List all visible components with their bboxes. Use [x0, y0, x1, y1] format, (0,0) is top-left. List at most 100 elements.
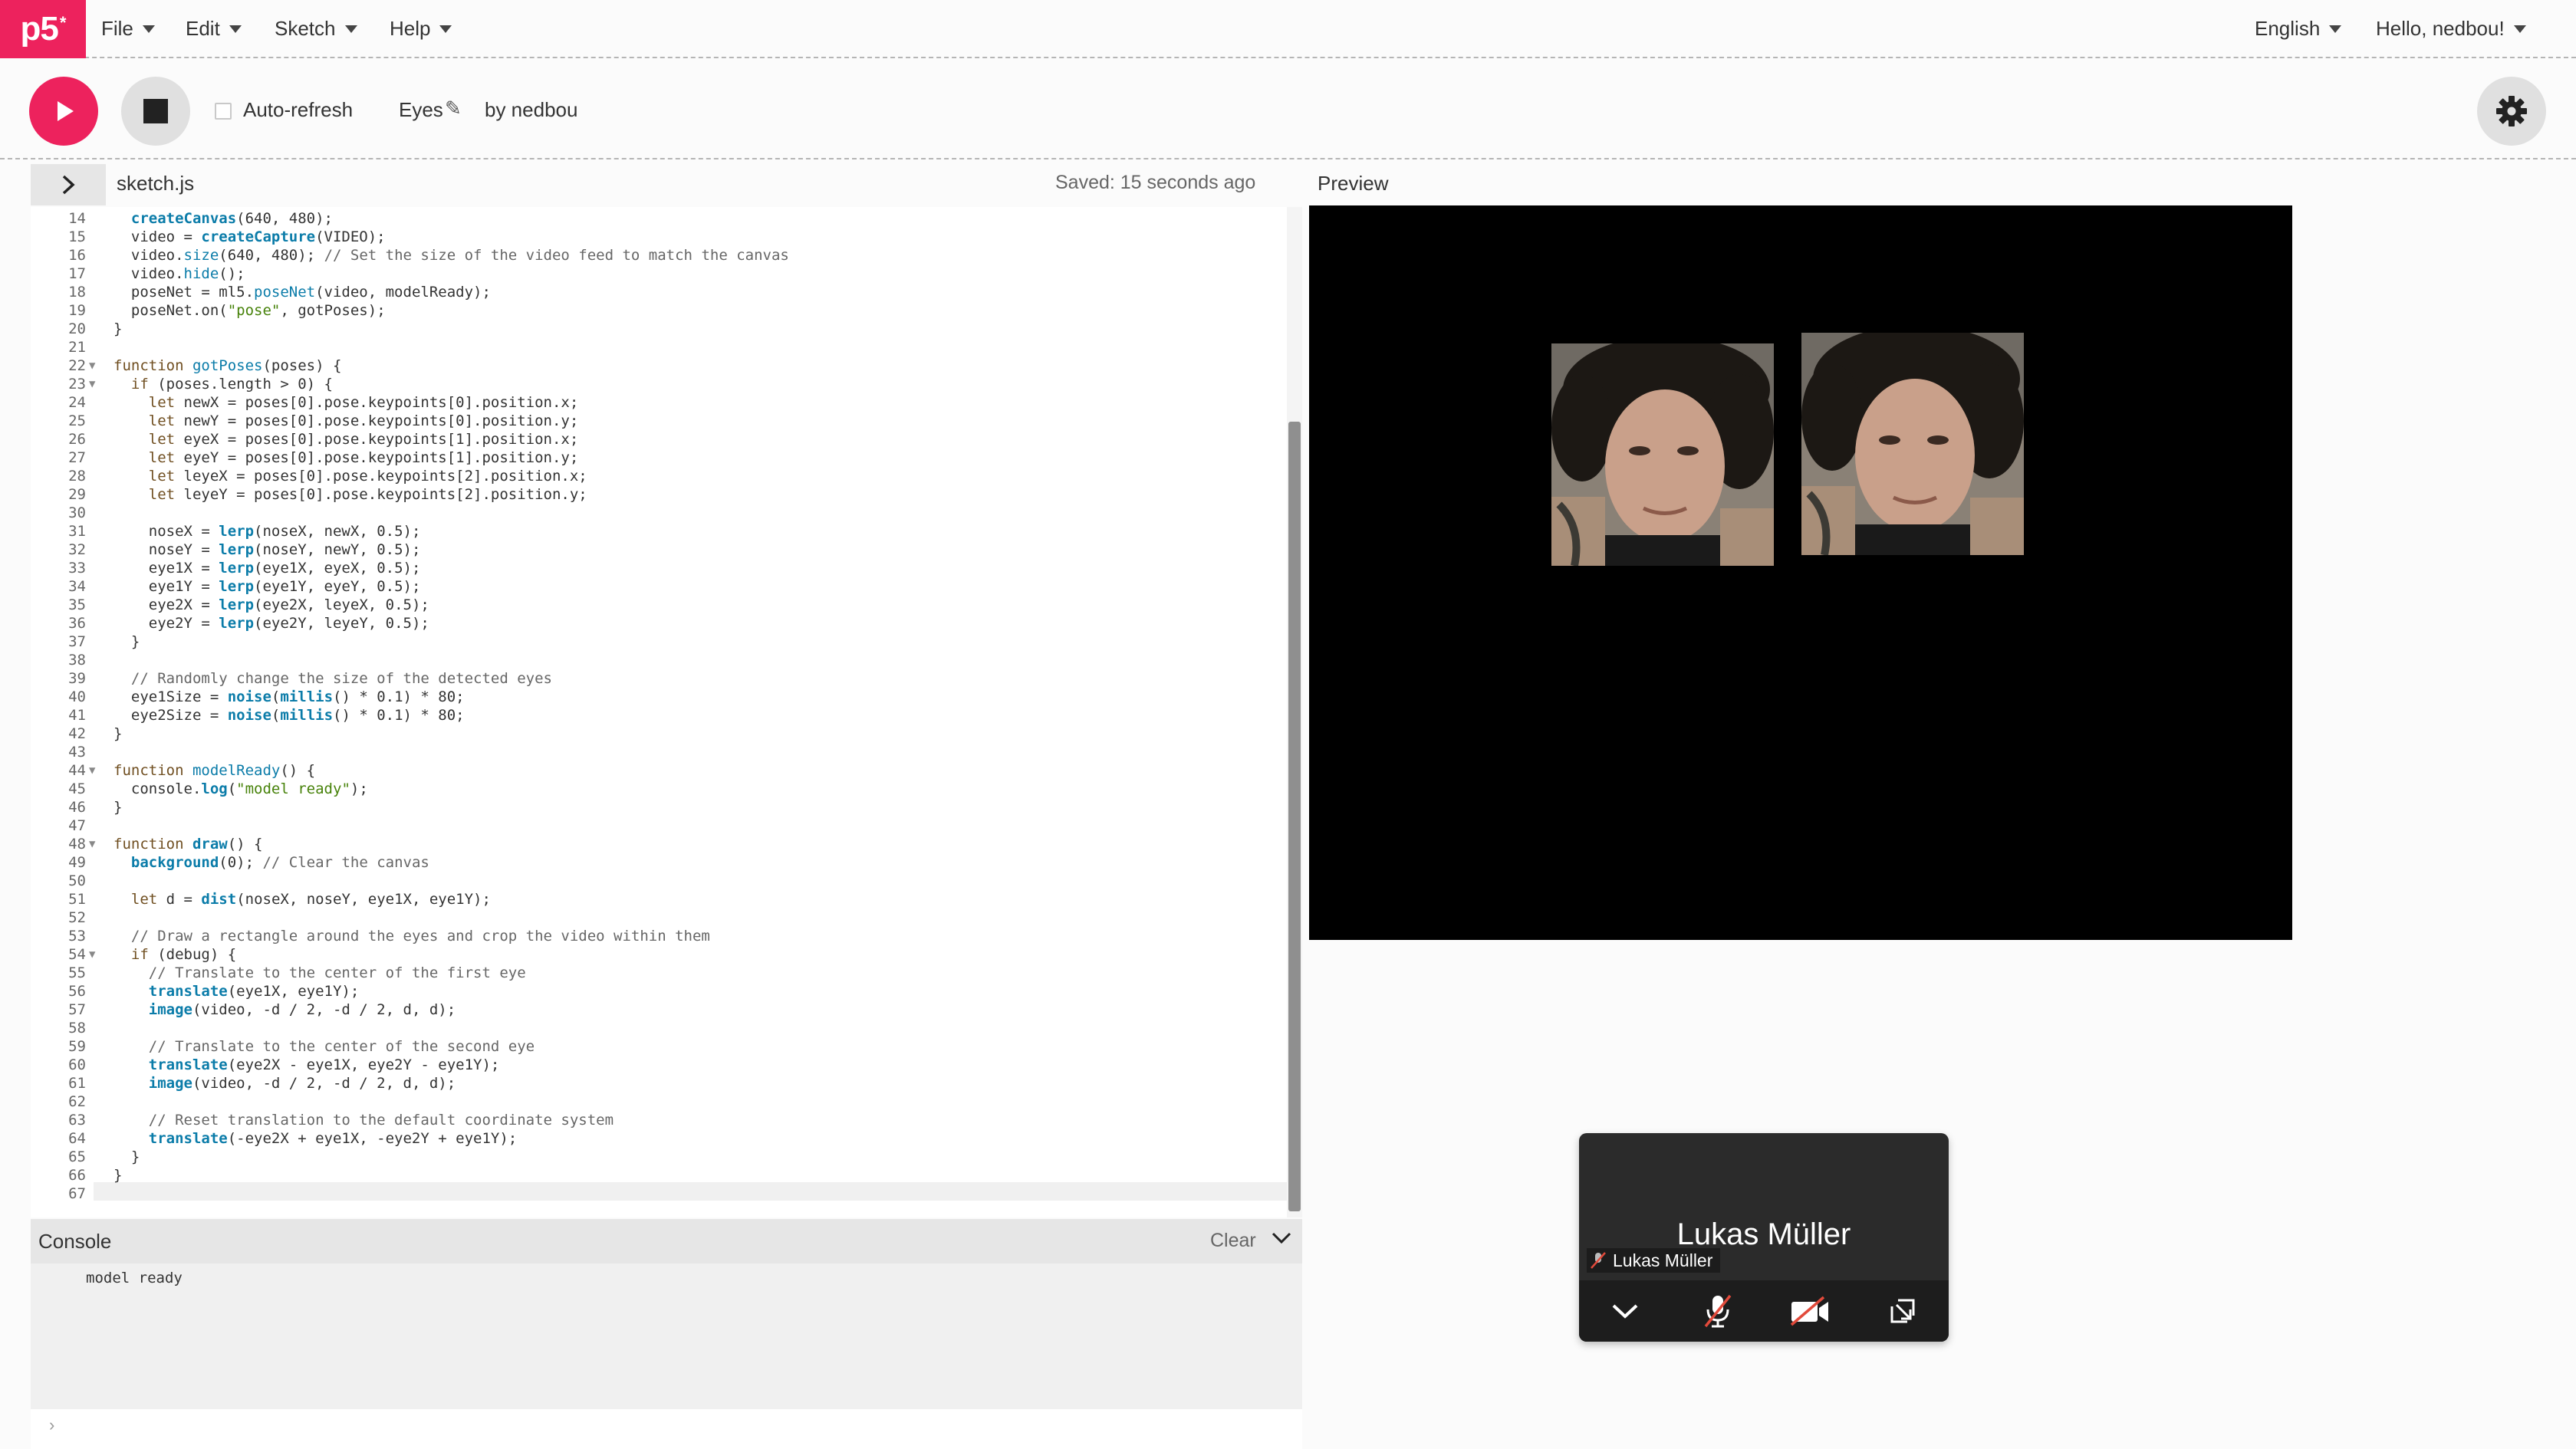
code-line[interactable]: 20} — [31, 320, 1288, 338]
fold-arrow-icon[interactable]: ▼ — [89, 375, 95, 393]
code-line[interactable]: 37 } — [31, 632, 1288, 651]
code-line[interactable]: 42} — [31, 724, 1288, 743]
code-line[interactable]: 14 createCanvas(640, 480); — [31, 209, 1288, 228]
code-text: eye1X = lerp(eye1X, eyeX, 0.5); — [114, 560, 421, 577]
file-tab[interactable]: sketch.js — [117, 172, 194, 196]
fold-arrow-icon[interactable]: ▼ — [89, 835, 95, 853]
author-link[interactable]: by nedbou — [485, 98, 577, 122]
play-button[interactable] — [29, 77, 98, 146]
code-line[interactable]: 47 — [31, 816, 1288, 835]
code-line[interactable]: 56 translate(eye1X, eye1Y); — [31, 982, 1288, 1001]
code-line[interactable]: 48 ▼ function draw() { — [31, 835, 1288, 853]
code-line[interactable]: 53 // Draw a rectangle around the eyes a… — [31, 927, 1288, 945]
call-mic-button[interactable] — [1695, 1288, 1741, 1334]
sidebar-toggle-button[interactable] — [31, 164, 106, 205]
code-line[interactable]: 40 eye1Size = noise(millis() * 0.1) * 80… — [31, 688, 1288, 706]
settings-button[interactable] — [2477, 77, 2546, 146]
line-number: 25 — [68, 412, 86, 429]
console-clear-button[interactable]: Clear — [1210, 1230, 1256, 1252]
stop-icon — [143, 99, 168, 123]
code-line[interactable]: 61 image(video, -d / 2, -d / 2, d, d); — [31, 1074, 1288, 1092]
code-editor[interactable]: 14 createCanvas(640, 480); 15 video = cre… — [31, 207, 1302, 1217]
pencil-icon[interactable]: ✎ — [445, 97, 462, 120]
code-line[interactable]: 63 // Reset translation to the default c… — [31, 1111, 1288, 1129]
fold-arrow-icon[interactable]: ▼ — [89, 945, 95, 964]
video-call-widget[interactable]: Lukas Müller Lukas Müller — [1579, 1133, 1949, 1342]
code-text: // Reset translation to the default coor… — [148, 1112, 614, 1129]
code-line[interactable]: 64 translate(-eye2X + eye1X, -eye2Y + ey… — [31, 1129, 1288, 1148]
code-line[interactable]: 50 — [31, 872, 1288, 890]
fold-arrow-icon[interactable]: ▼ — [89, 356, 95, 375]
code-line[interactable]: 62 — [31, 1092, 1288, 1111]
code-line[interactable]: 31 noseX = lerp(noseX, newX, 0.5); — [31, 522, 1288, 540]
code-line[interactable]: 38 — [31, 651, 1288, 669]
line-number: 22 — [68, 357, 86, 374]
code-line[interactable]: 51 let d = dist(noseX, noseY, eye1X, eye… — [31, 890, 1288, 909]
language-menu[interactable]: English — [2255, 17, 2342, 41]
user-menu[interactable]: Hello, nedbou! — [2376, 17, 2526, 41]
code-line[interactable]: 19 poseNet.on("pose", gotPoses); — [31, 301, 1288, 320]
code-line[interactable]: 25 let newY = poses[0].pose.keypoints[0]… — [31, 412, 1288, 430]
menu-help[interactable]: Help — [390, 17, 452, 41]
editor-scrollbar-thumb[interactable] — [1288, 422, 1301, 1211]
code-line[interactable]: 52 — [31, 909, 1288, 927]
code-line[interactable]: 49 background(0); // Clear the canvas — [31, 853, 1288, 872]
play-icon — [58, 101, 74, 121]
code-line[interactable]: 33 eye1X = lerp(eye1X, eyeX, 0.5); — [31, 559, 1288, 577]
code-line[interactable]: 65 } — [31, 1148, 1288, 1166]
code-line[interactable]: 36 eye2Y = lerp(eye2Y, leyeY, 0.5); — [31, 614, 1288, 632]
call-camera-button[interactable] — [1787, 1288, 1833, 1334]
fold-arrow-icon[interactable]: ▼ — [89, 761, 95, 780]
code-line[interactable]: 18 poseNet = ml5.poseNet(video, modelRea… — [31, 283, 1288, 301]
preview-canvas[interactable] — [1309, 205, 2292, 940]
line-number: 34 — [68, 578, 86, 595]
stop-button[interactable] — [121, 77, 190, 146]
console-collapse-button[interactable] — [1270, 1227, 1293, 1254]
code-line[interactable]: 57 image(video, -d / 2, -d / 2, d, d); — [31, 1001, 1288, 1019]
code-line[interactable]: 39 // Randomly change the size of the de… — [31, 669, 1288, 688]
code-line[interactable]: 30 — [31, 504, 1288, 522]
code-line[interactable]: 54 ▼ if (debug) { — [31, 945, 1288, 964]
code-line[interactable]: 46} — [31, 798, 1288, 816]
call-collapse-button[interactable] — [1602, 1288, 1648, 1334]
line-number: 26 — [68, 431, 86, 448]
line-number: 32 — [68, 541, 86, 558]
code-line[interactable]: 59 // Translate to the center of the sec… — [31, 1037, 1288, 1056]
code-line[interactable]: 60 translate(eye2X - eye1X, eye2Y - eye1… — [31, 1056, 1288, 1074]
code-line[interactable]: 24 let newX = poses[0].pose.keypoints[0]… — [31, 393, 1288, 412]
line-number: 43 — [68, 744, 86, 761]
code-line[interactable]: 23 ▼ if (poses.length > 0) { — [31, 375, 1288, 393]
auto-refresh-checkbox[interactable] — [215, 103, 232, 120]
code-line[interactable]: 16 video.size(640, 480); // Set the size… — [31, 246, 1288, 264]
code-line[interactable]: 28 let leyeX = poses[0].pose.keypoints[2… — [31, 467, 1288, 485]
menu-sketch[interactable]: Sketch — [275, 17, 357, 41]
menu-edit[interactable]: Edit — [186, 17, 242, 41]
code-line[interactable]: 21 — [31, 338, 1288, 356]
code-line[interactable]: 35 eye2X = lerp(eye2X, leyeX, 0.5); — [31, 596, 1288, 614]
code-text: video.size(640, 480); // Set the size of… — [114, 247, 789, 264]
code-line[interactable]: 55 // Translate to the center of the fir… — [31, 964, 1288, 982]
code-line[interactable]: 27 let eyeY = poses[0].pose.keypoints[1]… — [31, 449, 1288, 467]
code-line[interactable]: 17 video.hide(); — [31, 264, 1288, 283]
code-line[interactable]: 26 let eyeX = poses[0].pose.keypoints[1]… — [31, 430, 1288, 449]
code-line[interactable]: 22 ▼ function gotPoses(poses) { — [31, 356, 1288, 375]
code-line[interactable]: 32 noseY = lerp(noseY, newY, 0.5); — [31, 540, 1288, 559]
code-line[interactable]: 34 eye1Y = lerp(eye1Y, eyeY, 0.5); — [31, 577, 1288, 596]
code-line[interactable]: 45 console.log("model ready"); — [31, 780, 1288, 798]
code-line[interactable]: 44 ▼ function modelReady() { — [31, 761, 1288, 780]
code-line[interactable]: 58 — [31, 1019, 1288, 1037]
code-line[interactable]: 15 video = createCapture(VIDEO); — [31, 228, 1288, 246]
line-number: 65 — [68, 1148, 86, 1165]
project-name[interactable]: Eyes — [399, 98, 443, 122]
line-number: 59 — [68, 1038, 86, 1055]
code-line[interactable]: 67 — [31, 1184, 1288, 1203]
console-input[interactable]: › — [31, 1409, 1302, 1449]
code-line[interactable]: 29 let leyeY = poses[0].pose.keypoints[2… — [31, 485, 1288, 504]
line-number: 67 — [68, 1185, 86, 1202]
menu-file[interactable]: File — [101, 17, 155, 41]
code-line[interactable]: 43 — [31, 743, 1288, 761]
code-line[interactable]: 41 eye2Size = noise(millis() * 0.1) * 80… — [31, 706, 1288, 724]
p5-logo[interactable]: p5 * — [0, 0, 86, 58]
call-minimize-button[interactable] — [1880, 1288, 1926, 1334]
code-line[interactable]: 66} — [31, 1166, 1288, 1184]
